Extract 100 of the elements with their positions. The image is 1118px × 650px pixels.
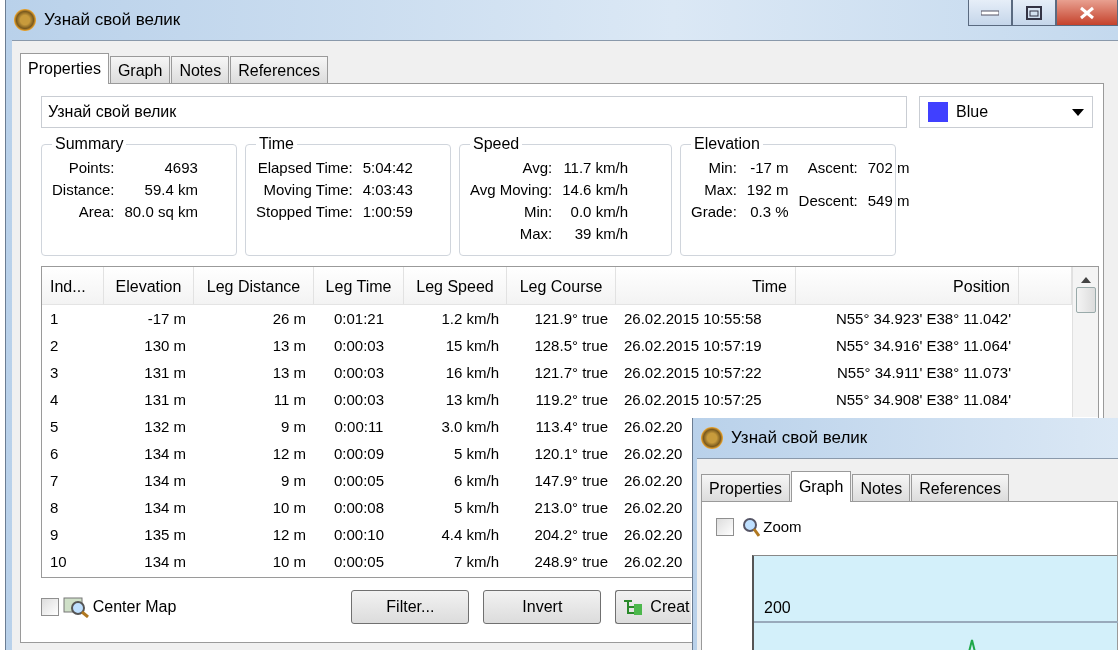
table-cell: 0:00:10: [333, 526, 384, 543]
checkbox-label[interactable]: Zoom: [763, 516, 802, 539]
stat-value: 4693: [163, 158, 198, 178]
tab[interactable]: Notes: [171, 56, 230, 83]
column-header[interactable]: Elevation: [104, 267, 194, 304]
table-cell: 3: [50, 364, 59, 381]
table-cell: 12 m: [272, 526, 306, 543]
table-cell: 131 m: [144, 364, 186, 381]
stat-value: 702 m: [867, 158, 910, 178]
column-header[interactable]: Time: [616, 267, 796, 304]
table-cell: 5: [50, 418, 59, 435]
table-cell: 134 m: [144, 553, 186, 570]
stat-value: 39 km/h: [573, 224, 629, 244]
stat-label: Avg:: [521, 158, 553, 178]
tab[interactable]: Notes: [852, 474, 911, 501]
table-cell: 13 m: [272, 337, 306, 354]
table-cell: 9 m: [281, 472, 306, 489]
column-header[interactable]: Position: [796, 267, 1019, 304]
table-cell: 26.02.20: [624, 445, 683, 462]
button[interactable]: Filter...: [351, 590, 470, 624]
dropdown-caret-icon: [1072, 108, 1084, 116]
table-cell: 10: [50, 553, 67, 570]
stat-value: 14.6 km/h: [562, 180, 629, 200]
column-header[interactable]: Leg Time: [314, 267, 404, 304]
stat-value: 4:03:43: [362, 180, 413, 200]
table-cell: 26.02.2015 10:57:25: [624, 391, 762, 408]
tab[interactable]: References: [911, 474, 1009, 501]
column-header[interactable]: Ind...: [42, 267, 104, 304]
column-header[interactable]: Leg Distance: [194, 267, 314, 304]
tab[interactable]: References: [230, 56, 328, 83]
table-cell: 121.7° true: [534, 364, 608, 381]
color-dropdown[interactable]: Blue: [919, 96, 1093, 128]
table-cell: 26.02.2015 10:57:19: [624, 337, 762, 354]
table-cell: 5 km/h: [454, 499, 499, 516]
table-cell: 0:00:05: [333, 553, 384, 570]
scrollbar[interactable]: [1072, 267, 1098, 417]
map-magnifier-icon: [62, 596, 89, 618]
table-cell: N55° 34.923' E38° 11.042': [835, 310, 1011, 327]
scrollbar-thumb[interactable]: [1075, 287, 1096, 313]
maximize-button[interactable]: [1012, 0, 1056, 26]
stat-label: Elapsed Time:: [256, 158, 353, 178]
table-cell: N55° 34.911' E38° 11.073': [837, 364, 1011, 381]
stat-label: Distance:: [52, 180, 115, 200]
group-title: Speed: [470, 135, 523, 153]
table-cell: 120.1° true: [534, 445, 608, 462]
tab[interactable]: Graph: [109, 56, 171, 83]
checkbox-label[interactable]: Center Map: [92, 595, 177, 619]
table-cell: N55° 34.916' E38° 11.064': [835, 337, 1011, 354]
minimize-button[interactable]: [968, 0, 1012, 26]
button[interactable]: Invert: [483, 590, 602, 624]
stat-value: 192 m: [746, 180, 789, 200]
stat-value: 0.0 km/h: [569, 202, 629, 222]
table-cell: 204.2° true: [534, 526, 608, 543]
stat-label: Max:: [703, 180, 737, 200]
table-cell: 5 km/h: [454, 445, 499, 462]
table-cell: 128.5° true: [534, 337, 608, 354]
tab[interactable]: Properties: [701, 474, 790, 501]
column-header[interactable]: Leg Course: [507, 267, 616, 304]
table-cell: 132 m: [144, 418, 186, 435]
stat-label: Min:: [707, 158, 737, 178]
search-icon: [741, 517, 760, 538]
table-cell: 9 m: [281, 418, 306, 435]
table-cell: 121.9° true: [534, 310, 608, 327]
table-cell: 4: [50, 391, 59, 408]
table-cell: 113.4° true: [535, 418, 608, 435]
table-cell: 26.02.20: [624, 472, 683, 489]
stat-label: Points:: [67, 158, 115, 178]
table-cell: 12 m: [272, 445, 306, 462]
stat-value: 1:00:59: [362, 202, 413, 222]
table-cell: 26.02.20: [624, 526, 683, 543]
scroll-up-arrow-icon[interactable]: [1080, 277, 1091, 283]
table-cell: 4.4 km/h: [441, 526, 499, 543]
stat-label: Max:: [518, 224, 553, 244]
table-cell: 0:00:09: [333, 445, 384, 462]
table-cell: 26.02.2015 10:57:22: [624, 364, 762, 381]
button[interactable]: Creat: [615, 590, 692, 624]
table-cell: 135 m: [144, 526, 186, 543]
checkbox[interactable]: [41, 598, 59, 616]
table-cell: 0:00:03: [333, 364, 384, 381]
tab[interactable]: Properties: [20, 53, 109, 84]
group-title: Summary: [52, 135, 127, 153]
dropdown-value: Blue: [956, 102, 989, 122]
close-icon: [1078, 5, 1096, 20]
stat-value: -17 m: [749, 158, 789, 178]
table-cell: 213.0° true: [534, 499, 608, 516]
table-cell: 13 km/h: [445, 391, 499, 408]
stat-label: Grade:: [691, 202, 737, 222]
table-cell: 6: [50, 445, 59, 462]
close-button[interactable]: [1056, 0, 1118, 26]
table-cell: 130 m: [144, 337, 186, 354]
app-icon: [14, 9, 36, 31]
table-cell: 2: [50, 337, 59, 354]
table-cell: 26.02.2015 10:55:58: [624, 310, 762, 327]
window-title: Узнай свой велик: [731, 427, 868, 450]
color-swatch: [928, 102, 948, 122]
tab[interactable]: Graph: [790, 471, 852, 502]
stat-label: Ascent:: [806, 158, 858, 178]
name-field[interactable]: Узнай свой велик: [41, 96, 907, 128]
checkbox[interactable]: [716, 518, 734, 537]
column-header[interactable]: Leg Speed: [404, 267, 507, 304]
